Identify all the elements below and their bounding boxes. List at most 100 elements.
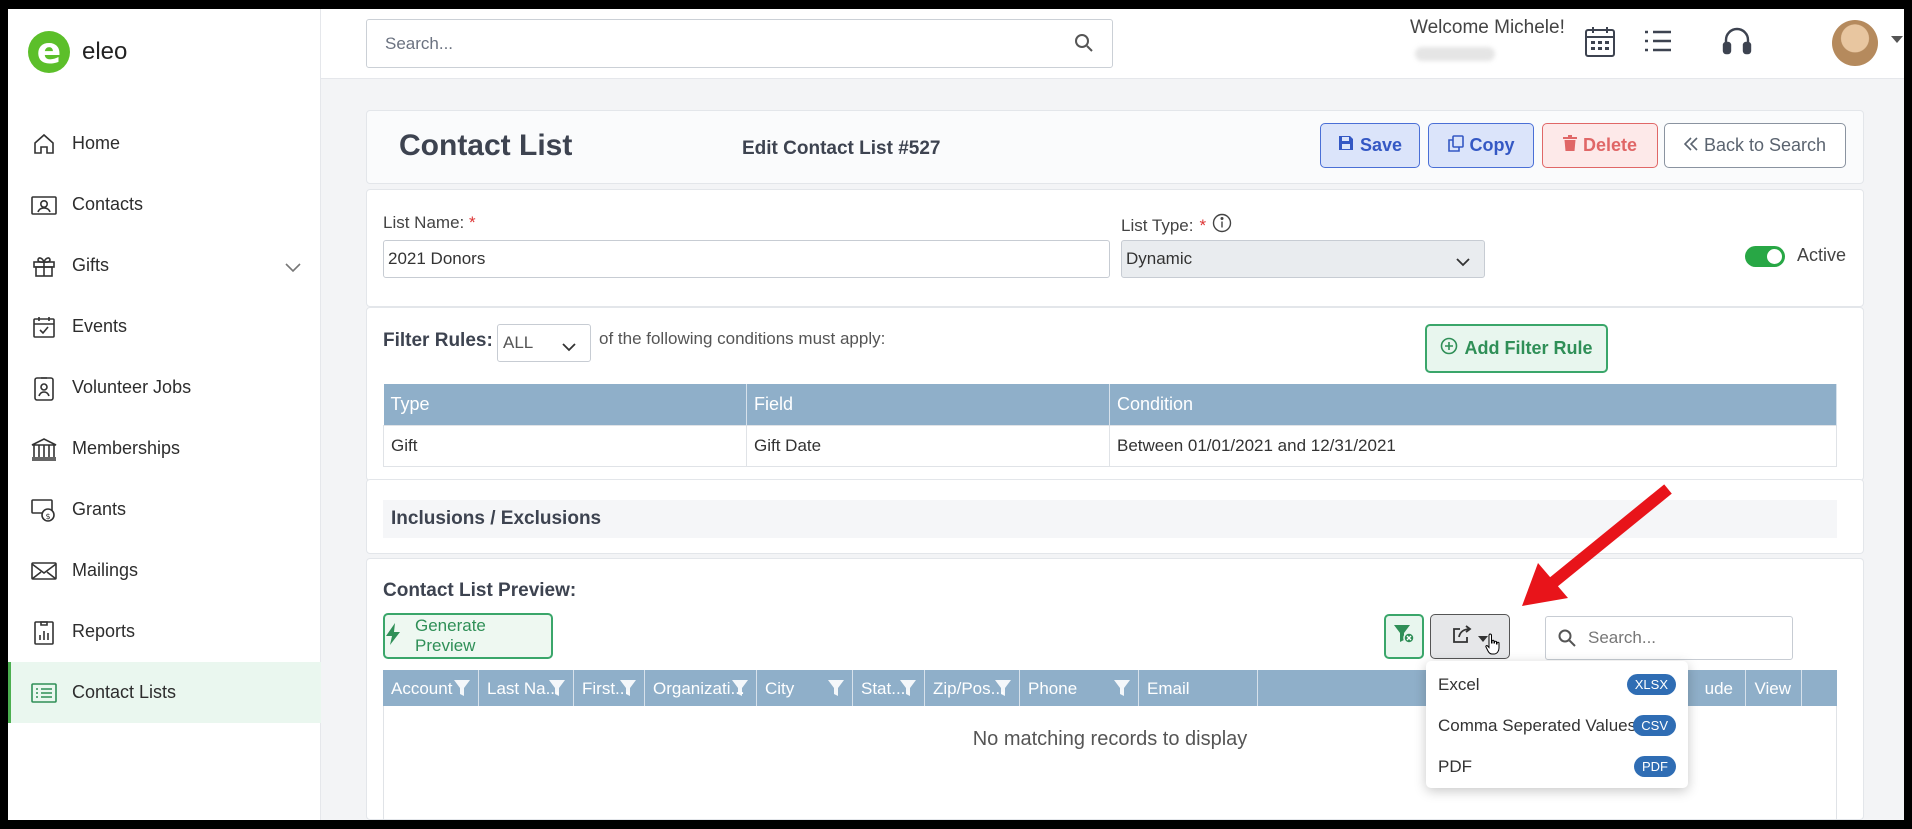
search-placeholder: Search...	[1588, 628, 1657, 647]
filter-icon[interactable]	[900, 680, 916, 701]
copy-button[interactable]: Copy	[1428, 123, 1534, 168]
column-header[interactable]: Phone	[1020, 670, 1139, 706]
caret-down-icon[interactable]	[1891, 36, 1903, 43]
avatar[interactable]	[1832, 20, 1878, 66]
headset-icon[interactable]	[1721, 25, 1753, 64]
generate-preview-button[interactable]: Generate Preview	[383, 613, 553, 659]
export-excel-item[interactable]: Excel XLSX	[1426, 669, 1688, 703]
sidebar-item-memberships[interactable]: Memberships	[8, 418, 321, 479]
envelope-icon	[30, 557, 58, 585]
badge-icon	[30, 374, 58, 402]
column-header[interactable]: Stat...	[853, 670, 925, 706]
list-type-value: Dynamic	[1126, 249, 1193, 268]
sidebar-item-label: Gifts	[72, 255, 110, 275]
column-divider	[1745, 670, 1746, 706]
export-pdf-item[interactable]: PDF PDF	[1426, 751, 1688, 785]
filter-icon[interactable]	[995, 680, 1011, 701]
list-name-field[interactable]: 2021 Donors	[383, 240, 1110, 278]
sidebar-item-label: Reports	[72, 621, 136, 641]
sidebar-item-label: Volunteer Jobs	[72, 377, 192, 397]
search-icon[interactable]	[1074, 33, 1094, 58]
app-frame: e eleo Home Contacts Gifts Events Volunt…	[8, 9, 1904, 820]
clear-filters-button[interactable]	[1384, 614, 1424, 659]
sidebar: e eleo Home Contacts Gifts Events Volunt…	[8, 9, 321, 820]
column-label: City	[765, 679, 795, 698]
export-icon	[1452, 625, 1472, 648]
list-type-label: List Type: *	[1121, 213, 1232, 238]
topbar: Search... Welcome Michele!	[321, 9, 1904, 79]
table-row[interactable]: Gift Gift Date Between 01/01/2021 and 12…	[383, 424, 1837, 467]
sidebar-item-home[interactable]: Home	[8, 113, 321, 174]
filter-icon[interactable]	[454, 680, 470, 701]
format-badge: PDF	[1634, 756, 1676, 777]
column-header[interactable]: Zip/Pos...	[925, 670, 1020, 706]
calendar-check-icon	[30, 313, 58, 341]
info-icon[interactable]	[1212, 213, 1232, 238]
add-filter-rule-label: Add Filter Rule	[1464, 338, 1593, 358]
sidebar-nav: Home Contacts Gifts Events Volunteer Job…	[8, 113, 321, 723]
back-to-search-button[interactable]: Back to Search	[1664, 123, 1846, 168]
filter-match-select[interactable]: ALL	[497, 324, 591, 362]
calendar-icon[interactable]	[1583, 25, 1617, 64]
task-list-icon[interactable]	[1642, 25, 1674, 62]
filter-icon[interactable]	[828, 680, 844, 701]
sidebar-item-contacts[interactable]: Contacts	[8, 174, 321, 235]
preview-search-input[interactable]: Search...	[1545, 616, 1793, 660]
filter-rules-section: Filter Rules: ALL of the following condi…	[366, 307, 1864, 481]
filter-icon[interactable]	[549, 680, 565, 701]
sidebar-item-label: Grants	[72, 499, 127, 519]
format-badge: XLSX	[1626, 674, 1676, 695]
sidebar-item-volunteer-jobs[interactable]: Volunteer Jobs	[8, 357, 321, 418]
column-header[interactable]: Last Na...	[479, 670, 574, 706]
sidebar-item-label: Contact Lists	[72, 682, 177, 702]
column-header[interactable]: Type	[383, 384, 747, 425]
filter-conditions-text: of the following conditions must apply:	[599, 329, 886, 348]
filter-icon[interactable]	[1114, 680, 1130, 701]
filter-match-value: ALL	[503, 333, 534, 352]
column-header[interactable]: City	[757, 670, 853, 706]
export-csv-item[interactable]: Comma Seperated Values CSV	[1426, 710, 1688, 744]
sidebar-item-grants[interactable]: $ Grants	[8, 479, 321, 540]
sidebar-item-reports[interactable]: Reports	[8, 601, 321, 662]
page-subtitle: Edit Contact List #527	[742, 138, 941, 159]
chevron-down-icon[interactable]	[285, 257, 301, 278]
required-mark: *	[468, 213, 476, 232]
delete-button[interactable]: Delete	[1542, 123, 1658, 168]
sidebar-item-events[interactable]: Events	[8, 296, 321, 357]
save-icon	[1338, 135, 1354, 156]
save-button[interactable]: Save	[1320, 123, 1420, 168]
list-name-label: List Name: *	[383, 213, 476, 233]
home-icon	[30, 130, 58, 158]
column-header[interactable]: Condition	[1109, 384, 1837, 425]
welcome-text: Welcome Michele!	[1410, 17, 1565, 38]
delete-label: Delete	[1582, 135, 1638, 155]
sidebar-item-label: Contacts	[72, 194, 144, 214]
column-header[interactable]: Account	[383, 670, 479, 706]
list-type-select[interactable]: Dynamic	[1121, 240, 1485, 278]
active-label: Active	[1797, 245, 1847, 265]
filter-icon[interactable]	[620, 680, 636, 701]
svg-text:$: $	[46, 512, 51, 521]
logo[interactable]: e eleo	[28, 31, 127, 73]
export-button[interactable]	[1430, 614, 1510, 659]
plus-circle-icon	[1440, 337, 1458, 360]
column-header[interactable]: Organizati...	[645, 670, 757, 706]
back-label: Back to Search	[1703, 135, 1827, 155]
lightning-icon	[385, 622, 401, 650]
filter-rules-label: Filter Rules:	[383, 330, 493, 351]
filter-icon[interactable]	[732, 680, 748, 701]
column-header[interactable]: Email	[1139, 670, 1258, 706]
page-title: Contact List	[399, 129, 573, 162]
sidebar-item-contact-lists[interactable]: Contact Lists	[8, 662, 321, 723]
copy-icon	[1447, 134, 1464, 157]
list-name-label-text: List Name:	[383, 213, 465, 232]
sidebar-item-gifts[interactable]: Gifts	[8, 235, 321, 296]
menu-item-label: Comma Seperated Values	[1438, 716, 1637, 735]
global-search-input[interactable]: Search...	[366, 19, 1113, 68]
active-toggle[interactable]	[1745, 246, 1785, 267]
sidebar-item-mailings[interactable]: Mailings	[8, 540, 321, 601]
copy-label: Copy	[1469, 135, 1515, 155]
column-header[interactable]: Field	[746, 384, 1110, 425]
column-header[interactable]: First...	[574, 670, 645, 706]
add-filter-rule-button[interactable]: Add Filter Rule	[1425, 324, 1608, 373]
